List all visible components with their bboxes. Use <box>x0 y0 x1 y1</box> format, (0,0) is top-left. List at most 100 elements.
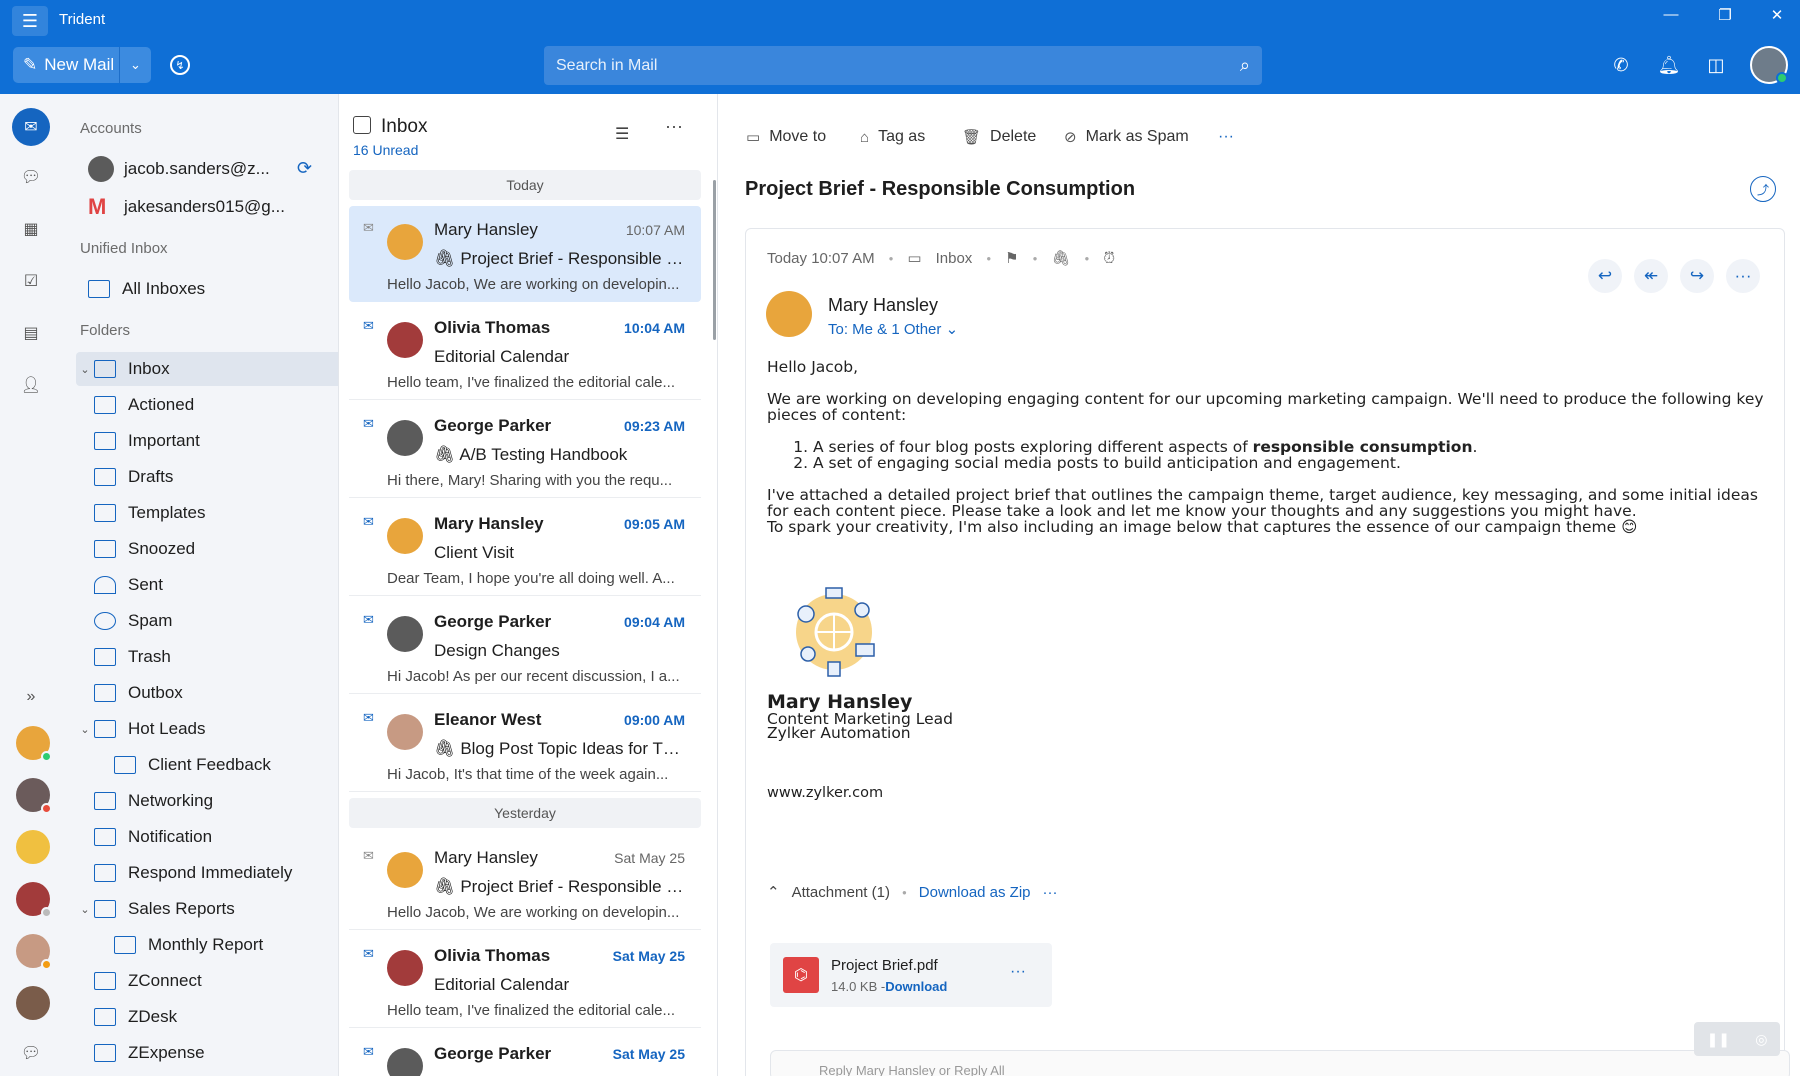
media-controls[interactable]: ❚❚ ◎ <box>1694 1022 1780 1056</box>
account-gmail[interactable]: Mjakesanders015@g... <box>88 194 285 220</box>
sync-icon[interactable]: ⟳ <box>297 158 312 179</box>
tag-as-button[interactable]: ⌂ Tag as <box>860 128 925 146</box>
more-actions-icon[interactable]: ··· <box>1218 128 1234 146</box>
more-icon[interactable]: ··· <box>1010 963 1026 981</box>
more-icon[interactable]: ··· <box>1043 884 1058 901</box>
accounts-header: Accounts <box>80 120 142 137</box>
chevron-down-icon[interactable]: ⌄ <box>76 903 94 916</box>
folder-label: Notification <box>128 827 213 846</box>
phone-icon[interactable]: ✆ <box>1609 55 1633 76</box>
mail-item[interactable]: ✉ George Parker 09:04 AM Design Changes … <box>349 598 701 694</box>
website-link[interactable]: www.zylker.com <box>767 785 883 801</box>
rail-avatar[interactable] <box>16 778 52 814</box>
pause-icon[interactable]: ❚❚ <box>1707 1031 1730 1048</box>
delete-button[interactable]: 🗑︎ Delete <box>962 128 1036 146</box>
mail-item[interactable]: ✉ George Parker 09:23 AM 🖇︎ A/B Testing … <box>349 402 701 498</box>
unread-envelope-icon[interactable]: ✉ <box>363 612 374 628</box>
close-icon[interactable]: ✕ <box>1762 6 1792 24</box>
contacts-icon[interactable]: 👤︎ <box>12 366 50 404</box>
account-zoho[interactable]: jacob.sanders@z... <box>88 156 270 182</box>
more-icon[interactable]: ··· <box>1726 259 1760 293</box>
reply-all-icon[interactable]: ↞ <box>1634 259 1668 293</box>
attachment-icon[interactable]: 🖇︎ <box>1051 249 1070 267</box>
mail-item[interactable]: ✉ Eleanor West 09:00 AM 🖇︎ Blog Post Top… <box>349 696 701 792</box>
signature-name: Mary Hansley <box>767 691 913 713</box>
rail-avatar[interactable] <box>16 934 52 970</box>
mail-item[interactable]: ✉ George Parker Sat May 25 <box>349 1030 701 1076</box>
minimize-icon[interactable]: — <box>1656 6 1686 23</box>
unread-envelope-icon[interactable]: ✉ <box>363 1044 374 1060</box>
feedback-icon[interactable]: 💬︎ <box>12 1034 50 1072</box>
notes-icon[interactable]: ▤ <box>12 314 50 352</box>
folder-label: Outbox <box>128 683 183 702</box>
more-icon[interactable]: ··· <box>665 116 683 137</box>
account-avatar <box>88 156 114 182</box>
search-bar[interactable]: ⌕ <box>544 46 1262 85</box>
new-mail-main[interactable]: ✎ New Mail <box>13 47 119 83</box>
capture-icon[interactable]: ◎ <box>1755 1031 1767 1048</box>
user-avatar[interactable] <box>1750 46 1788 84</box>
sender-avatar <box>387 224 423 260</box>
sender-name[interactable]: Mary Hansley <box>828 295 938 316</box>
new-mail-button[interactable]: ✎ New Mail ⌄ <box>13 47 151 83</box>
chevron-down-icon[interactable]: ⌄ <box>76 363 94 376</box>
folder-icon <box>94 1044 116 1062</box>
flag-icon[interactable]: ⚑ <box>1005 249 1018 267</box>
attachment-count[interactable]: Attachment (1) <box>792 884 890 901</box>
tasks-icon[interactable]: ☑ <box>12 262 50 300</box>
restore-icon[interactable]: ❐ <box>1710 6 1740 24</box>
mail-time: 09:23 AM <box>624 418 685 434</box>
unread-count[interactable]: 16 Unread <box>353 142 418 158</box>
download-link[interactable]: Download <box>885 979 947 994</box>
mail-item[interactable]: ✉ Mary Hansley 09:05 AM Client Visit Dea… <box>349 500 701 596</box>
read-envelope-icon[interactable]: ✉ <box>363 220 374 236</box>
download-zip-link[interactable]: Download as Zip <box>919 884 1031 901</box>
reminder-icon[interactable]: ⏰︎ <box>1103 250 1115 267</box>
title-bar: ☰ Trident — ❐ ✕ ✎ New Mail ⌄ ↯ ⌕ ✆ 🔔︎ ◫ <box>0 0 1800 94</box>
mail-icon[interactable]: ✉ <box>12 108 50 146</box>
rail-avatar[interactable] <box>16 830 50 864</box>
mail-item[interactable]: ✉ Mary Hansley 10:07 AM 🖇︎ Project Brief… <box>349 206 701 302</box>
attachment-file[interactable]: ⌬ Project Brief.pdf 14.0 KB -Download ··… <box>770 943 1052 1007</box>
search-input[interactable] <box>556 56 1240 75</box>
folder-icon <box>94 900 116 918</box>
chevron-down-icon[interactable]: ⌄ <box>76 723 94 736</box>
chevron-up-icon[interactable]: ⌃ <box>767 883 780 901</box>
new-mail-dropdown-icon[interactable]: ⌄ <box>119 47 151 83</box>
recipients[interactable]: To: Me & 1 Other ⌄ <box>828 320 958 338</box>
attachment-icon: 🖇︎ <box>434 249 461 268</box>
calendar-icon[interactable]: ▦ <box>12 210 50 248</box>
bell-icon[interactable]: 🔔︎ <box>1657 55 1681 76</box>
filter-icon[interactable]: ☰ <box>615 124 629 144</box>
reply-box[interactable]: Reply Mary Hansley or Reply All <box>770 1050 1790 1076</box>
toggle-pane-icon[interactable] <box>353 116 371 134</box>
chevron-down-icon: ⌄ <box>945 321 959 338</box>
quick-action-icon[interactable]: ↯ <box>170 55 190 75</box>
unread-envelope-icon[interactable]: ✉ <box>363 318 374 334</box>
search-icon[interactable]: ⌕ <box>1240 55 1250 76</box>
share-icon[interactable]: ⤴ <box>1750 176 1776 202</box>
file-name[interactable]: Project Brief.pdf <box>831 957 938 974</box>
mail-item[interactable]: ✉ Olivia Thomas 10:04 AM Editorial Calen… <box>349 304 701 400</box>
mail-item[interactable]: ✉ Olivia Thomas Sat May 25 Editorial Cal… <box>349 932 701 1028</box>
rail-avatar[interactable] <box>16 882 52 918</box>
panel-icon[interactable]: ◫ <box>1704 55 1728 76</box>
move-to-button[interactable]: ▭ Move to <box>746 128 826 146</box>
unread-envelope-icon[interactable]: ✉ <box>363 416 374 432</box>
hamburger-menu-icon[interactable]: ☰ <box>12 6 48 36</box>
unread-envelope-icon[interactable]: ✉ <box>363 946 374 962</box>
mail-item[interactable]: ✉ Mary Hansley Sat May 25 🖇︎ Project Bri… <box>349 834 701 930</box>
reply-icon[interactable]: ↩ <box>1588 259 1622 293</box>
forward-icon[interactable]: ↪ <box>1680 259 1714 293</box>
mail-folder[interactable]: Inbox <box>936 250 973 267</box>
read-envelope-icon[interactable]: ✉ <box>363 848 374 864</box>
list-scrollbar[interactable] <box>713 180 716 340</box>
mark-spam-button[interactable]: ⊘ Mark as Spam <box>1064 128 1189 146</box>
unread-envelope-icon[interactable]: ✉ <box>363 514 374 530</box>
chat-icon[interactable]: 💬︎ <box>12 158 50 196</box>
rail-avatar[interactable] <box>16 986 50 1020</box>
file-info: 14.0 KB -Download <box>831 979 947 994</box>
expand-icon[interactable]: » <box>12 678 50 716</box>
unread-envelope-icon[interactable]: ✉ <box>363 710 374 726</box>
rail-avatar[interactable] <box>16 726 52 762</box>
